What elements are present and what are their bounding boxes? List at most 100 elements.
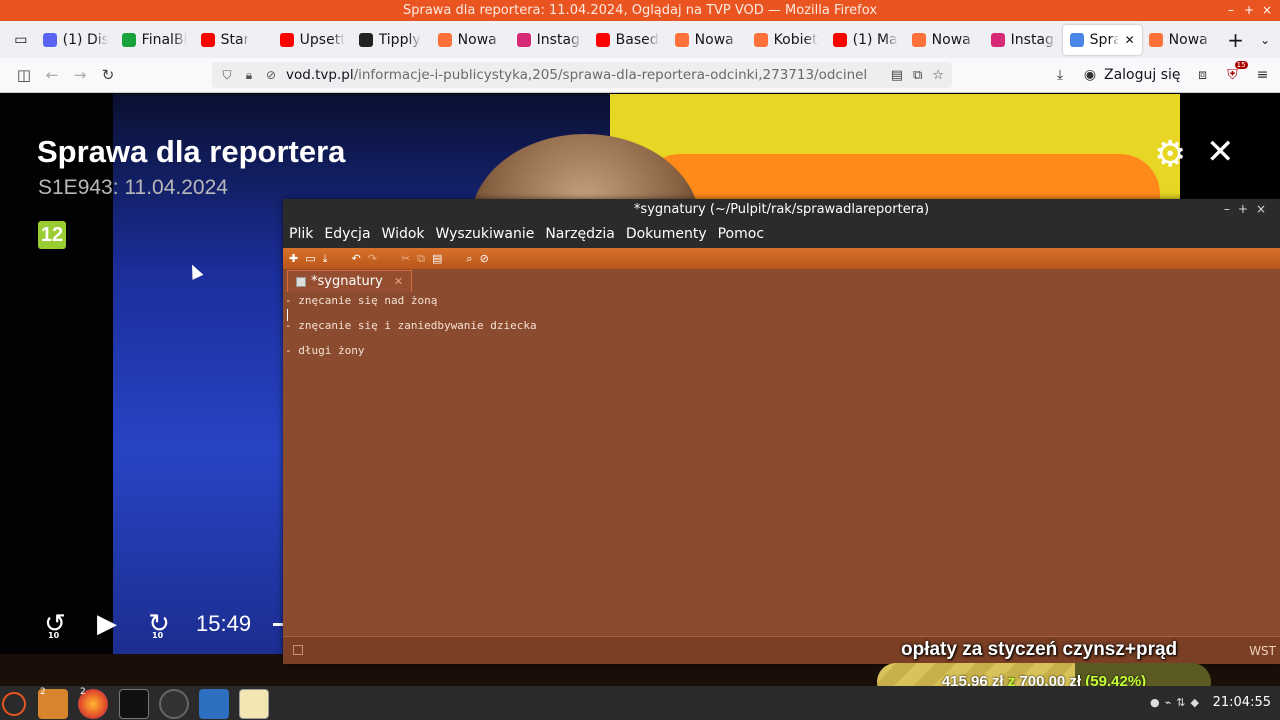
tab-favicon-icon [674,32,689,47]
menu-icon[interactable]: ≡ [1255,67,1271,83]
list-all-tabs-icon[interactable]: ⌄ [1250,33,1280,47]
firefox-view-button[interactable]: ▭ [6,25,36,55]
browser-tab[interactable]: Nowa k [1142,25,1221,55]
browser-tab[interactable]: Spra ✕ [1062,24,1142,55]
tab-label: Instagr [1010,31,1056,48]
side-panel-icon[interactable] [293,645,303,655]
login-button[interactable]: ◉ Zaloguj się [1082,67,1181,83]
terminal-app-icon[interactable] [119,689,149,719]
tab-label: Nowa k [1168,31,1214,48]
gedit-toolbar: ✚ ▭ ⤓ ↶ ↷ ✂ ⧉ ▤ ⌕ ⊘ [283,248,1280,269]
lock-icon[interactable]: 🔒︎ [242,68,256,83]
browser-tab[interactable]: Instagr [984,25,1063,55]
replace-icon[interactable]: ⊘ [480,252,489,265]
bookmark-star-icon[interactable]: ☆ [932,68,944,83]
ublock-icon[interactable]: ⛨ 15 [1225,61,1248,83]
menu-item[interactable]: Dokumenty [626,226,707,242]
open-icon[interactable]: ▭ [305,252,315,265]
browser-tab[interactable]: Star [194,25,273,55]
save-icon[interactable]: ⤓ [323,252,328,266]
cut-icon[interactable]: ✂ [401,252,410,265]
sidebar-toggle-icon[interactable]: ◫ [10,66,38,84]
redo-icon[interactable]: ↷ [368,252,377,265]
menu-item[interactable]: Narzędzia [545,226,614,242]
donation-goal-title: opłaty za styczeń czynsz+prąd [901,639,1178,660]
document-icon [296,276,306,287]
gedit-title: *sygnatury (~/Pulpit/rak/sprawadlareport… [633,202,930,217]
forward-10-button[interactable]: ↻ 10 [144,609,174,640]
menu-item[interactable]: Wyszukiwanie [436,226,535,242]
browser-tab[interactable]: Kobiet [747,25,826,55]
permissions-icon[interactable]: ⊘ [264,68,278,82]
tab-label: (1) Ma [852,31,898,48]
browser-tab[interactable]: Tipply [352,25,431,55]
firefox-window-count: 2 [80,687,86,697]
tab-strip: ▭ (1) Disc FinalBl Star Upsett Tipply Nowa k I… [0,21,1280,58]
gedit-menubar: Plik Edycja Widok Wyszukiwanie Narzędzia Doku… [283,220,1280,248]
player-controls: ↺ 10 ▶ ↻ 10 15:49 [40,609,294,640]
browser-tab[interactable]: Nowa k [431,25,510,55]
episode-subtitle: S1E943: 11.04.2024 [38,176,228,199]
browser-tab[interactable]: (1) Disc [36,25,115,55]
undo-icon[interactable]: ↶ [352,252,361,265]
obs-app-icon[interactable] [159,689,189,719]
search-icon[interactable]: ⌕ [466,252,472,266]
browser-tab[interactable]: (1) Ma [826,25,905,55]
system-tray-icons[interactable]: ●⌁⇅◆ [1150,696,1204,709]
menu-item[interactable]: Edycja [324,226,370,242]
browser-tab[interactable]: Based [589,25,668,55]
tab-favicon-icon [437,32,452,47]
episode-title: Sprawa dla reportera [37,134,346,169]
minimize-button[interactable]: – [1228,0,1234,21]
close-tab-icon[interactable]: ✕ [1125,33,1135,47]
browser-tab[interactable]: Upsett [273,25,352,55]
browser-tab[interactable]: FinalBl [115,25,194,55]
video-editor-app-icon[interactable] [199,689,229,719]
shield-icon[interactable]: ⛉ [220,68,234,83]
text-editor-area[interactable]: - znęcanie się nad żoną - znęcanie się i … [285,294,1276,631]
start-menu-icon[interactable] [2,692,26,716]
reader-view-icon[interactable]: ▤ [891,68,903,83]
pip-icon[interactable]: ⧉ [913,68,922,83]
back-button[interactable]: ← [38,66,66,84]
extensions-icon[interactable]: ⧈ [1195,67,1211,83]
copy-icon[interactable]: ⧉ [417,252,425,266]
tab-sygnatury[interactable]: *sygnatury ✕ [287,270,413,292]
text-line: - znęcanie się i zaniedbywanie dziecka [285,319,537,333]
gedit-titlebar: *sygnatury (~/Pulpit/rak/sprawadlareport… [283,199,1280,220]
tab-favicon-icon [279,32,294,47]
files-window-count: 2 [40,687,46,697]
browser-tab[interactable]: Nowa k [905,25,984,55]
download-icon[interactable]: ⤓ [1052,67,1068,83]
login-label: Zaloguj się [1104,67,1181,83]
navigation-toolbar: ◫ ← → ↻ ⛉ 🔒︎ ⊘ vod.tvp.pl/informacje-i-p… [0,58,1280,93]
new-document-icon[interactable]: ✚ [289,252,298,265]
browser-tab[interactable]: Nowa k [668,25,747,55]
url-text[interactable]: vod.tvp.pl/informacje-i-publicystyka,205… [286,67,866,83]
menu-item[interactable]: Pomoc [718,226,764,242]
menu-item[interactable]: Widok [382,226,425,242]
close-window-button[interactable]: × [1262,0,1272,21]
reload-button[interactable]: ↻ [94,66,122,84]
menu-item[interactable]: Plik [289,226,313,242]
browser-tab[interactable]: Instagr [510,25,589,55]
tab-label: Spra [1089,31,1119,48]
rewind-10-button[interactable]: ↺ 10 [40,609,70,640]
tab-favicon-icon [42,32,57,47]
paste-icon[interactable]: ▤ [432,252,442,265]
ublock-badge: 15 [1234,61,1248,69]
tab-label: Tipply [378,31,421,48]
tab-label: Based [615,31,659,48]
maximize-button[interactable]: + [1244,0,1254,21]
url-bar[interactable]: ⛉ 🔒︎ ⊘ vod.tvp.pl/informacje-i-publicyst… [212,62,952,88]
gedit-window-controls[interactable]: –+× [1224,199,1274,220]
text-editor-app-icon[interactable] [239,689,269,719]
forward-button[interactable]: → [66,66,94,84]
age-rating-badge: 12 [38,221,66,249]
settings-gear-icon[interactable]: ⚙ [1154,134,1186,175]
forward-10-label: 10 [152,631,164,640]
close-player-icon[interactable]: ✕ [1206,132,1235,172]
play-button[interactable]: ▶ [92,609,122,639]
close-tab-icon[interactable]: ✕ [394,275,403,288]
new-tab-button[interactable]: + [1221,28,1251,52]
